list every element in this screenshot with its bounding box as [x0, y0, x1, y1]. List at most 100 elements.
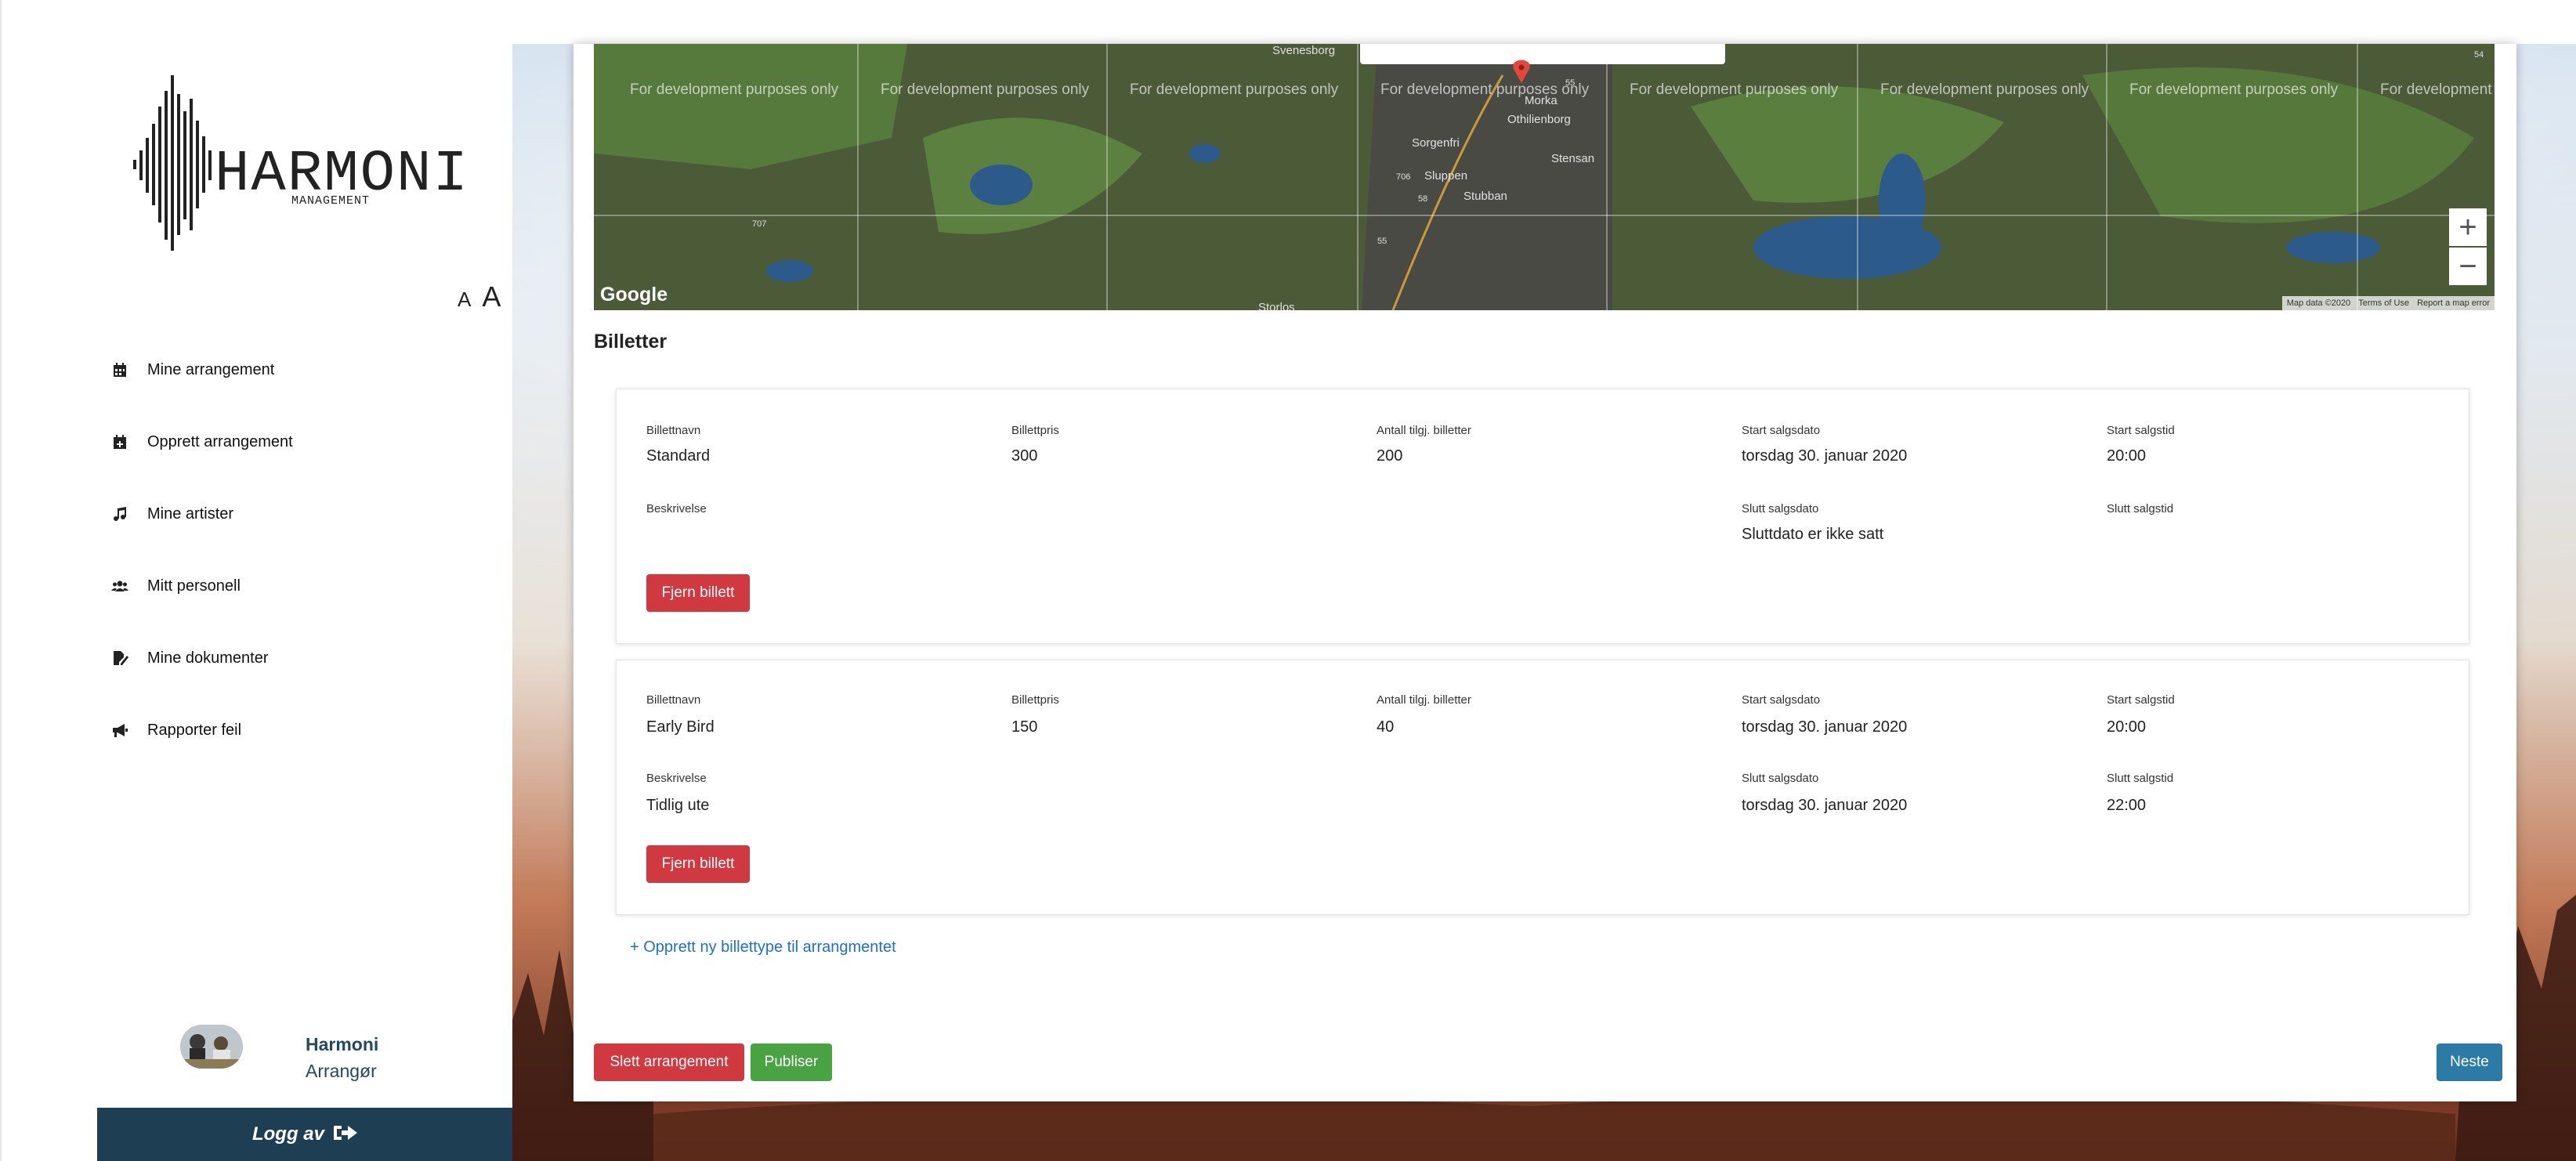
- map-grid-line: [594, 215, 2495, 216]
- font-size-toggle: A A: [458, 280, 501, 313]
- ticket-end-time-label: Slutt salgstid: [2107, 772, 2174, 785]
- sidebar-item-rapporter-feil[interactable]: Rapporter feil: [111, 694, 293, 766]
- ticket-price-value: 300: [1011, 447, 1038, 465]
- top-strip: [512, 0, 2576, 44]
- sidebar-item-label: Opprett arrangement: [147, 432, 293, 450]
- sidebar-item-mitt-personell[interactable]: Mitt personell: [111, 550, 293, 622]
- ticket-name-value: Standard: [646, 447, 711, 465]
- location-map[interactable]: For development purposes only For develo…: [594, 44, 2495, 310]
- font-size-small-button[interactable]: A: [458, 288, 471, 312]
- map-report-error-link[interactable]: Report a map error: [2417, 298, 2490, 308]
- user-name: Harmoni: [306, 1034, 379, 1054]
- map-road-label: 58: [1418, 194, 1428, 204]
- ticket-price-label: Billettpris: [1011, 693, 1059, 707]
- map-watermark: For development purposes only: [630, 81, 839, 98]
- map-watermark: For development purposes only: [1880, 81, 2089, 98]
- ticket-price-label: Billettpris: [1011, 424, 1059, 437]
- map-grid-line: [1857, 44, 1858, 310]
- ticket-end-date-label: Slutt salgsdato: [1742, 502, 1819, 515]
- svg-text:MANAGEMENT: MANAGEMENT: [291, 194, 370, 208]
- sidebar-item-label: Mine artister: [147, 505, 234, 523]
- users-icon: [111, 577, 128, 595]
- sidebar-item-label: Mitt personell: [147, 577, 241, 595]
- map-watermark: For development purposes only: [1630, 81, 1839, 98]
- remove-ticket-button[interactable]: Fjern billett: [646, 845, 750, 883]
- logout-button[interactable]: Logg av: [97, 1108, 514, 1161]
- megaphone-icon: [111, 722, 128, 739]
- map-grid-line: [857, 44, 859, 310]
- tickets-heading: Billetter: [594, 331, 668, 353]
- map-place-label: Stensan: [1551, 152, 1595, 165]
- ticket-card: Billettnavn Standard Billettpris 300 Ant…: [616, 389, 2469, 644]
- map-place-label: Morka: [1525, 94, 1558, 107]
- ticket-end-date-value: Sluttdato er ikke satt: [1742, 526, 1884, 543]
- sidebar-item-label: Mine arrangement: [147, 360, 275, 378]
- delete-event-button[interactable]: Slett arrangement: [594, 1043, 744, 1081]
- ticket-end-time-value: 22:00: [2107, 797, 2147, 814]
- font-size-large-button[interactable]: A: [482, 280, 501, 313]
- publish-button[interactable]: Publiser: [751, 1043, 832, 1081]
- map-watermark: For development purposes only: [881, 81, 1090, 98]
- sidebar-nav: Mine arrangement Opprett arrangement Min…: [111, 334, 293, 766]
- map-grid-line: [2357, 44, 2358, 310]
- ticket-start-time-label: Start salgstid: [2107, 424, 2175, 437]
- map-road-label: 54: [2474, 50, 2484, 60]
- ticket-name-value: Early Bird: [646, 718, 715, 736]
- map-data-text: Map data ©2020: [2286, 298, 2351, 308]
- map-marker-icon[interactable]: [1512, 60, 1531, 83]
- ticket-name-label: Billettnavn: [646, 424, 701, 437]
- map-info-box: [1360, 44, 1725, 64]
- ticket-count-value: 40: [1377, 718, 1395, 736]
- map-grid-line: [1357, 44, 1359, 310]
- map-place-label: Storlos: [1258, 301, 1295, 310]
- next-button[interactable]: Neste: [2437, 1043, 2502, 1081]
- sidebar-item-mine-arrangement[interactable]: Mine arrangement: [111, 334, 293, 406]
- add-ticket-type-link[interactable]: + Opprett ny billettype til arrangmentet: [630, 939, 896, 957]
- map-grid-line: [1606, 44, 1608, 310]
- map-terms-link[interactable]: Terms of Use: [2358, 298, 2409, 308]
- google-logo: Google: [600, 284, 668, 306]
- sidebar-item-opprett-arrangement[interactable]: Opprett arrangement: [111, 406, 293, 478]
- ticket-description-label: Beskrivelse: [646, 772, 707, 785]
- map-road-label: 707: [752, 219, 767, 229]
- logout-label: Logg av: [251, 1123, 324, 1145]
- ticket-start-time-value: 20:00: [2107, 447, 2147, 465]
- ticket-card: Billettnavn Early Bird Billettpris 150 A…: [616, 660, 2469, 915]
- map-place-label: Othilienborg: [1507, 113, 1571, 126]
- map-zoom-out-button[interactable]: −: [2449, 248, 2487, 285]
- remove-ticket-button[interactable]: Fjern billett: [646, 574, 750, 612]
- map-place-label: Stubban: [1463, 190, 1507, 203]
- ticket-count-label: Antall tilgj. billetter: [1377, 424, 1471, 437]
- event-card: For development purposes only For develo…: [573, 44, 2516, 1101]
- map-road-label: 55: [1565, 78, 1576, 88]
- ticket-price-value: 150: [1011, 718, 1038, 736]
- map-watermark: For development: [2380, 81, 2492, 98]
- calendar-icon: [111, 361, 128, 378]
- ticket-end-date-value: torsdag 30. januar 2020: [1742, 797, 1908, 814]
- map-place-label: Svenesborg: [1272, 44, 1336, 57]
- ticket-end-time-label: Slutt salgstid: [2107, 502, 2174, 515]
- sidebar: HARMONI MANAGEMENT A A Mine arrangement …: [0, 0, 514, 1161]
- sidebar-item-label: Mine dokumenter: [147, 649, 269, 667]
- map-watermark: For development purposes only: [2129, 81, 2339, 98]
- map-watermark: For development purposes only: [1380, 81, 1590, 98]
- ticket-start-date-label: Start salgsdato: [1742, 693, 1821, 707]
- sidebar-item-mine-dokumenter[interactable]: Mine dokumenter: [111, 622, 293, 694]
- map-road-label: 706: [1396, 172, 1411, 182]
- map-road-label: 55: [1377, 237, 1387, 246]
- map-grid-line: [1106, 44, 1108, 310]
- map-zoom-in-button[interactable]: +: [2449, 208, 2487, 246]
- sign-out-icon: [332, 1123, 359, 1147]
- user-role: Arrangør: [306, 1061, 377, 1081]
- calendar-plus-icon: [111, 433, 128, 450]
- sidebar-item-label: Rapporter feil: [147, 721, 242, 739]
- ticket-count-value: 200: [1377, 447, 1403, 465]
- sidebar-item-mine-artister[interactable]: Mine artister: [111, 478, 293, 550]
- map-place-label: Sorgenfri: [1412, 136, 1460, 150]
- ticket-start-date-label: Start salgsdato: [1742, 424, 1821, 437]
- harmoni-logo: HARMONI MANAGEMENT: [132, 75, 476, 255]
- ticket-count-label: Antall tilgj. billetter: [1377, 693, 1471, 707]
- ticket-start-time-label: Start salgstid: [2107, 693, 2175, 707]
- ticket-start-date-value: torsdag 30. januar 2020: [1742, 447, 1908, 465]
- avatar: [180, 1025, 243, 1069]
